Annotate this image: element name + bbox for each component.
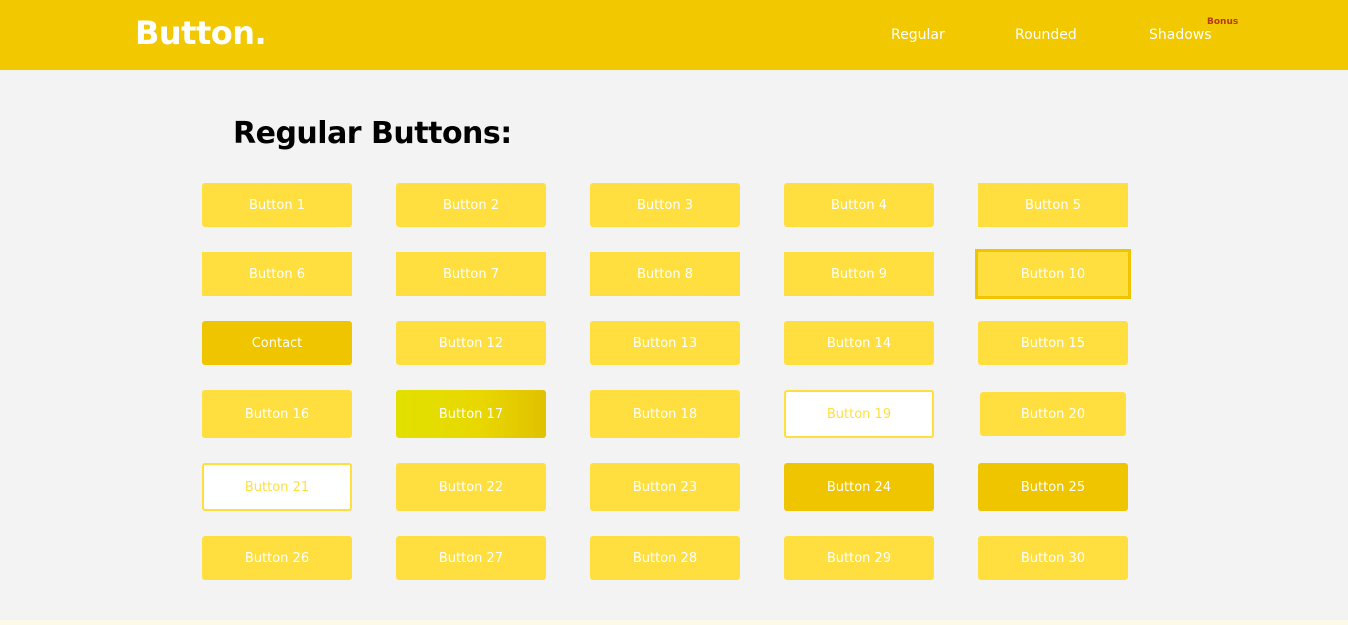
button-3[interactable]: Button 3 [590, 183, 740, 227]
button-25[interactable]: Button 25 [978, 463, 1128, 511]
logo[interactable]: Button. [135, 14, 267, 52]
button-13[interactable]: Button 13 [590, 321, 740, 365]
page-title: Regular Buttons: [233, 116, 512, 151]
button-26[interactable]: Button 26 [202, 536, 352, 580]
button-16[interactable]: Button 16 [202, 390, 352, 438]
button-28[interactable]: Button 28 [590, 536, 740, 580]
bonus-badge: Bonus [1207, 17, 1239, 27]
button-10[interactable]: Button 10 [975, 249, 1131, 299]
button-20[interactable]: Button 20 [980, 392, 1126, 436]
button-27[interactable]: Button 27 [396, 536, 546, 580]
button-29[interactable]: Button 29 [784, 536, 934, 580]
button-19[interactable]: Button 19 [784, 390, 934, 438]
nav-rounded[interactable]: Rounded [1015, 27, 1077, 43]
button-1[interactable]: Button 1 [202, 183, 352, 227]
button-24[interactable]: Button 24 [784, 463, 934, 511]
button-4[interactable]: Button 4 [784, 183, 934, 227]
button-17[interactable]: Button 17 [396, 390, 546, 438]
contact-button[interactable]: Contact [202, 321, 352, 365]
button-30[interactable]: Button 30 [978, 536, 1128, 580]
button-21[interactable]: Button 21 [202, 463, 352, 511]
button-12[interactable]: Button 12 [396, 321, 546, 365]
button-22[interactable]: Button 22 [396, 463, 546, 511]
button-18[interactable]: Button 18 [590, 390, 740, 438]
button-9[interactable]: Button 9 [784, 252, 934, 296]
button-8[interactable]: Button 8 [590, 252, 740, 296]
button-14[interactable]: Button 14 [784, 321, 934, 365]
button-23[interactable]: Button 23 [590, 463, 740, 511]
nav-regular[interactable]: Regular [891, 27, 945, 43]
header: Button. Regular Rounded Shadows Bonus [0, 0, 1348, 70]
button-5[interactable]: Button 5 [978, 183, 1128, 227]
footer-strip [0, 620, 1348, 625]
nav-shadows[interactable]: Shadows [1149, 27, 1212, 43]
button-2[interactable]: Button 2 [396, 183, 546, 227]
button-7[interactable]: Button 7 [396, 252, 546, 296]
button-6[interactable]: Button 6 [202, 252, 352, 296]
button-15[interactable]: Button 15 [978, 321, 1128, 365]
